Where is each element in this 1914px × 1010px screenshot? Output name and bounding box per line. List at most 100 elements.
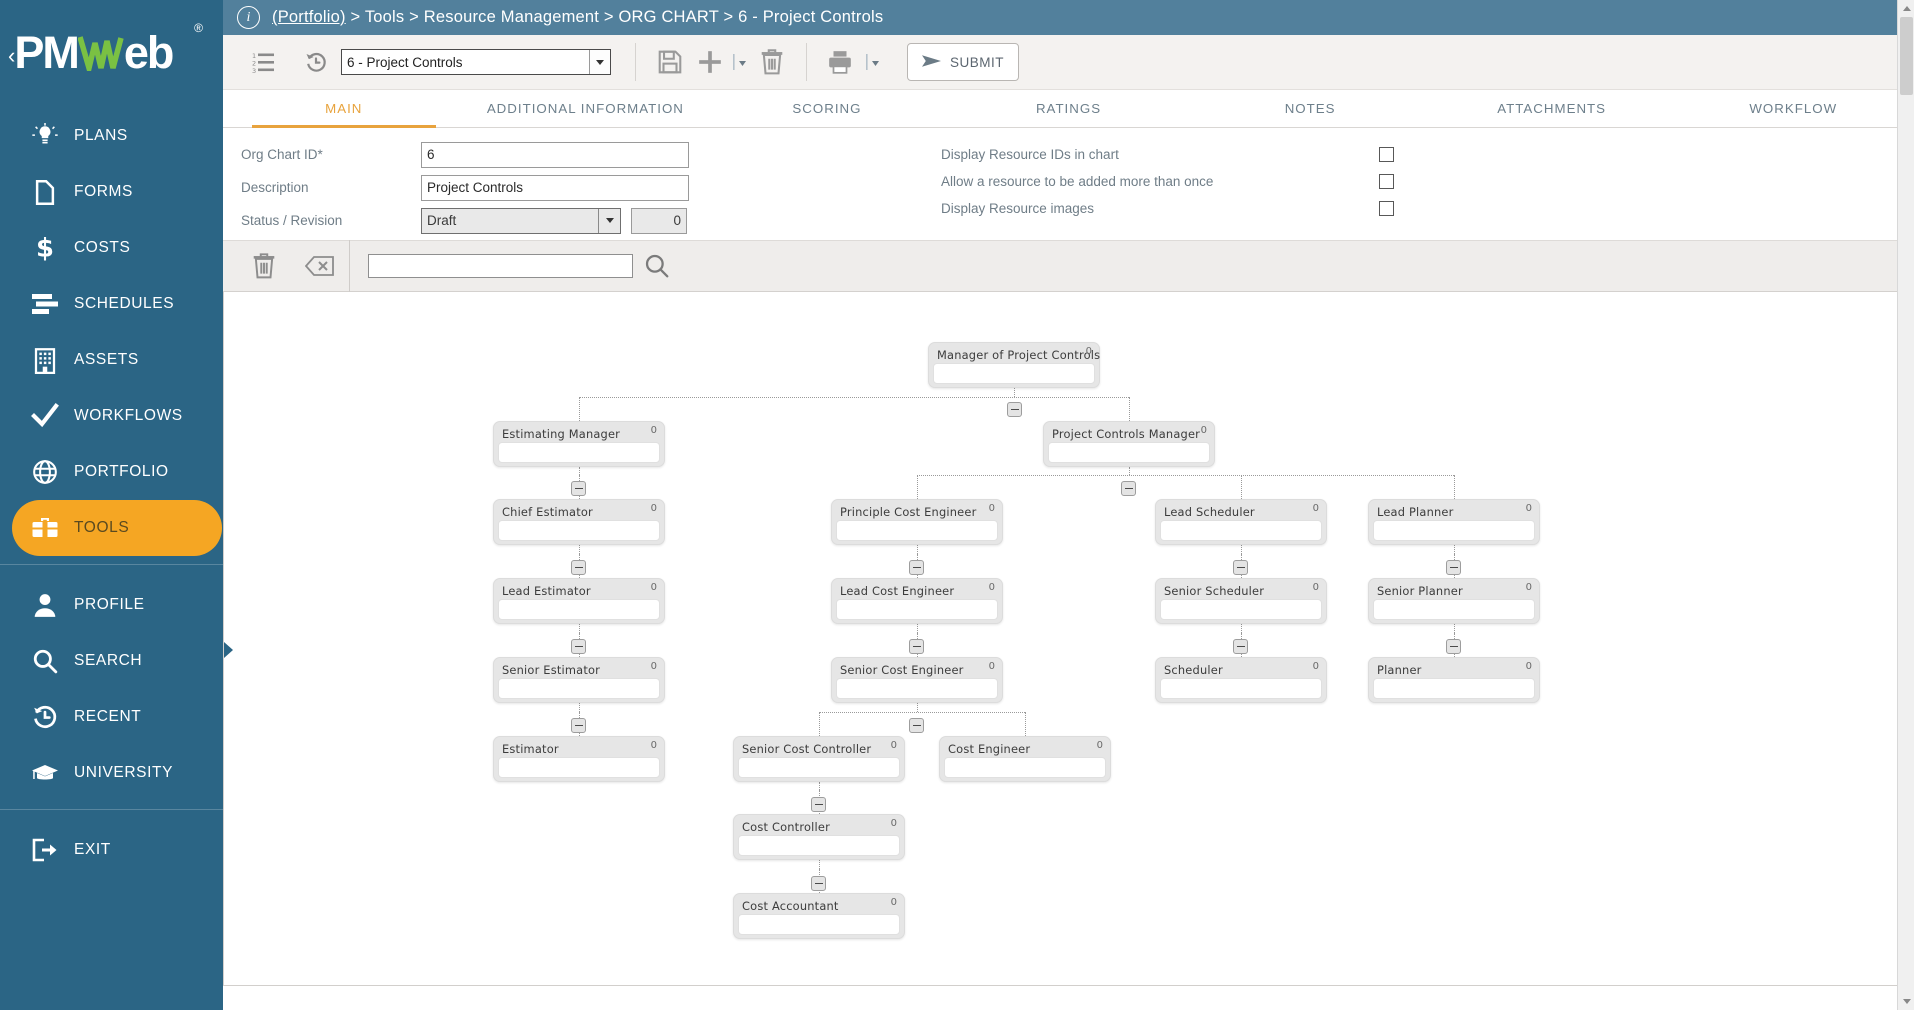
display-resource-images-checkbox[interactable] bbox=[1379, 201, 1394, 216]
sidebar-item-plans[interactable]: PLANS bbox=[0, 108, 223, 164]
sidebar-item-forms[interactable]: FORMS bbox=[0, 164, 223, 220]
history-clock-icon[interactable] bbox=[297, 43, 335, 81]
org-chart-node-body[interactable] bbox=[1048, 442, 1210, 463]
org-chart-node[interactable]: Estimating Manager 0 bbox=[493, 421, 665, 467]
org-chart-node[interactable]: Lead Planner 0 bbox=[1368, 499, 1540, 545]
node-collapse-toggle[interactable] bbox=[571, 560, 586, 575]
revision-input[interactable]: 0 bbox=[631, 207, 687, 234]
backspace-clear-icon[interactable] bbox=[297, 246, 343, 286]
org-chart-node[interactable]: Senior Cost Controller 0 bbox=[733, 736, 905, 782]
record-selector[interactable]: 6 - Project Controls bbox=[341, 49, 611, 75]
sidebar-item-search[interactable]: SEARCH bbox=[0, 633, 223, 689]
magnifier-icon[interactable] bbox=[633, 246, 681, 286]
org-chart-node[interactable]: Lead Cost Engineer 0 bbox=[831, 578, 1003, 624]
org-chart-node[interactable]: Senior Planner 0 bbox=[1368, 578, 1540, 624]
printer-icon[interactable] bbox=[819, 43, 861, 81]
org-chart-node[interactable]: Cost Controller 0 bbox=[733, 814, 905, 860]
tab-notes[interactable]: NOTES bbox=[1189, 90, 1431, 127]
add-dropdown-chevron-icon[interactable] bbox=[728, 43, 750, 81]
sidebar-item-assets[interactable]: ASSETS bbox=[0, 332, 223, 388]
info-icon[interactable]: i bbox=[237, 6, 260, 29]
node-collapse-toggle[interactable] bbox=[909, 560, 924, 575]
scrollbar-thumb[interactable] bbox=[1900, 17, 1913, 95]
tab-scoring[interactable]: SCORING bbox=[706, 90, 948, 127]
node-collapse-toggle[interactable] bbox=[1007, 402, 1022, 417]
org-chart-node-body[interactable] bbox=[1373, 520, 1535, 541]
node-collapse-toggle[interactable] bbox=[571, 639, 586, 654]
org-chart-node-body[interactable] bbox=[1160, 599, 1322, 620]
org-chart-node[interactable]: Lead Scheduler 0 bbox=[1155, 499, 1327, 545]
print-dropdown-chevron-icon[interactable] bbox=[861, 43, 883, 81]
display-resource-ids-checkbox[interactable] bbox=[1379, 147, 1394, 162]
org-chart-node-body[interactable] bbox=[836, 678, 998, 699]
org-chart-node-body[interactable] bbox=[1160, 678, 1322, 699]
pmweb-logo[interactable]: ‹ PM eb ® bbox=[0, 0, 223, 104]
chart-search-input[interactable] bbox=[368, 254, 633, 278]
org-chart-node-body[interactable] bbox=[738, 914, 900, 935]
node-collapse-toggle[interactable] bbox=[811, 876, 826, 891]
numbered-list-icon[interactable]: 123 bbox=[245, 43, 283, 81]
node-collapse-toggle[interactable] bbox=[1121, 481, 1136, 496]
org-chart-canvas-wrapper[interactable]: Manager of Project Controls 0 Estimating M… bbox=[223, 292, 1914, 985]
org-chart-node-body[interactable] bbox=[1160, 520, 1322, 541]
chevron-down-icon[interactable] bbox=[598, 208, 620, 233]
trash-delete-icon[interactable] bbox=[750, 43, 794, 81]
node-collapse-toggle[interactable] bbox=[1446, 560, 1461, 575]
tab-ratings[interactable]: RATINGS bbox=[948, 90, 1190, 127]
org-chart-node-body[interactable] bbox=[738, 835, 900, 856]
node-collapse-toggle[interactable] bbox=[1233, 639, 1248, 654]
status-select[interactable]: Draft bbox=[421, 207, 621, 234]
node-collapse-toggle[interactable] bbox=[571, 481, 586, 496]
chevron-down-icon[interactable] bbox=[589, 50, 610, 74]
tab-main[interactable]: MAIN bbox=[223, 90, 465, 128]
scroll-down-arrow-icon[interactable] bbox=[1898, 993, 1914, 1010]
sidebar-item-workflows[interactable]: WORKFLOWS bbox=[0, 388, 223, 444]
org-chart-node[interactable]: Lead Estimator 0 bbox=[493, 578, 665, 624]
plus-add-icon[interactable] bbox=[692, 43, 728, 81]
org-chart-node[interactable]: Project Controls Manager 0 bbox=[1043, 421, 1215, 467]
node-collapse-toggle[interactable] bbox=[1233, 560, 1248, 575]
org-chart-node-body[interactable] bbox=[944, 757, 1106, 778]
org-chart-node[interactable]: Manager of Project Controls 0 bbox=[928, 342, 1100, 388]
sidebar-item-profile[interactable]: PROFILE bbox=[0, 577, 223, 633]
org-chart-node[interactable]: Cost Accountant 0 bbox=[733, 893, 905, 939]
org-chart-node-body[interactable] bbox=[738, 757, 900, 778]
org-chart-canvas[interactable]: Manager of Project Controls 0 Estimating M… bbox=[224, 292, 1913, 985]
node-collapse-toggle[interactable] bbox=[909, 639, 924, 654]
org-chart-node-body[interactable] bbox=[498, 520, 660, 541]
node-collapse-toggle[interactable] bbox=[1446, 639, 1461, 654]
org-chart-node[interactable]: Chief Estimator 0 bbox=[493, 499, 665, 545]
sidebar-item-portfolio[interactable]: PORTFOLIO bbox=[0, 444, 223, 500]
org-chart-node-body[interactable] bbox=[836, 599, 998, 620]
org-chart-node-body[interactable] bbox=[498, 678, 660, 699]
sidebar-item-costs[interactable]: $ COSTS bbox=[0, 220, 223, 276]
org-chart-node-body[interactable] bbox=[933, 363, 1095, 384]
org-chart-node-body[interactable] bbox=[498, 442, 660, 463]
allow-duplicate-resource-checkbox[interactable] bbox=[1379, 174, 1394, 189]
org-chart-node[interactable]: Scheduler 0 bbox=[1155, 657, 1327, 703]
org-chart-node-body[interactable] bbox=[498, 757, 660, 778]
vertical-scrollbar[interactable] bbox=[1897, 0, 1914, 1010]
org-chart-node[interactable]: Senior Scheduler 0 bbox=[1155, 578, 1327, 624]
sidebar-item-university[interactable]: UNIVERSITY bbox=[0, 745, 223, 801]
sidebar-item-exit[interactable]: EXIT bbox=[0, 822, 223, 878]
floppy-save-icon[interactable] bbox=[648, 43, 692, 81]
node-collapse-toggle[interactable] bbox=[811, 797, 826, 812]
tab-additional-information[interactable]: ADDITIONAL INFORMATION bbox=[465, 90, 707, 127]
sidebar-item-tools[interactable]: TOOLS bbox=[12, 500, 222, 556]
org-chart-node[interactable]: Principle Cost Engineer 0 bbox=[831, 499, 1003, 545]
sidebar-item-schedules[interactable]: SCHEDULES bbox=[0, 276, 223, 332]
sidebar-item-recent[interactable]: RECENT bbox=[0, 689, 223, 745]
tab-workflow[interactable]: WORKFLOW bbox=[1672, 90, 1914, 127]
scroll-up-arrow-icon[interactable] bbox=[1898, 0, 1914, 17]
node-collapse-toggle[interactable] bbox=[571, 718, 586, 733]
org-chart-node[interactable]: Senior Cost Engineer 0 bbox=[831, 657, 1003, 703]
org-chart-node-body[interactable] bbox=[498, 599, 660, 620]
org-chart-node[interactable]: Cost Engineer 0 bbox=[939, 736, 1111, 782]
org-chart-node-body[interactable] bbox=[1373, 599, 1535, 620]
org-chart-node[interactable]: Planner 0 bbox=[1368, 657, 1540, 703]
org-chart-node[interactable]: Senior Estimator 0 bbox=[493, 657, 665, 703]
org-chart-node[interactable]: Estimator 0 bbox=[493, 736, 665, 782]
org-chart-node-body[interactable] bbox=[836, 520, 998, 541]
org-chart-id-input[interactable]: 6 bbox=[421, 141, 689, 168]
